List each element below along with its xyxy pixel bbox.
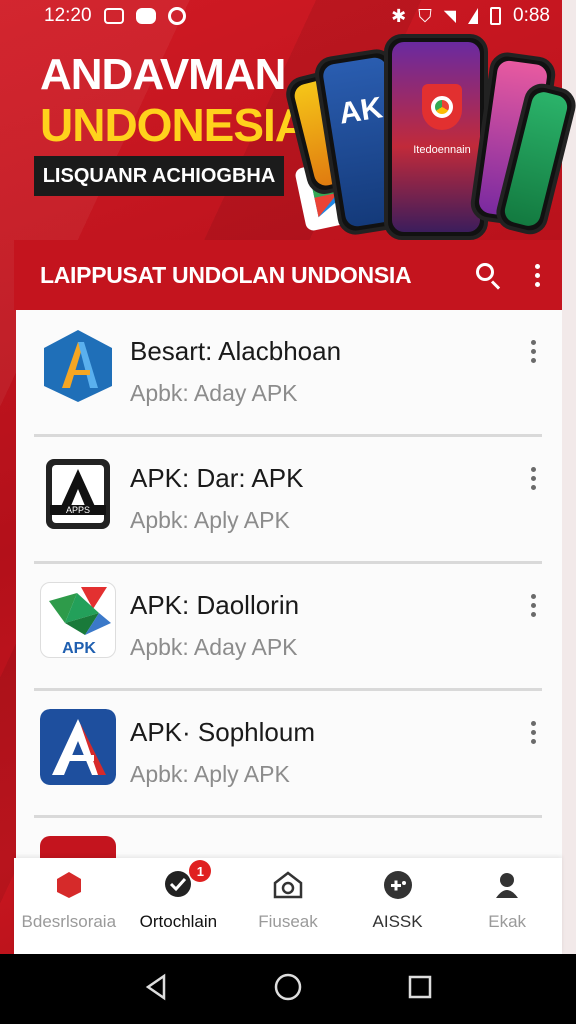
- gamepad-icon: [381, 868, 415, 902]
- nav-tab-4[interactable]: AISSK: [343, 858, 453, 954]
- item-more-icon[interactable]: [531, 594, 536, 617]
- nav-tab-5[interactable]: Ekak: [452, 858, 562, 954]
- signal-icon: [468, 8, 479, 24]
- promo-banner[interactable]: ANDAVMAN UNDONESIA LISQUANR ACHIOGBHA AK…: [14, 32, 576, 240]
- overflow-menu-icon[interactable]: [534, 263, 540, 287]
- page-title: LAIPPUSAT UNDOLAN UNDONSIA: [40, 261, 412, 288]
- nav-label: AISSK: [372, 912, 423, 931]
- app-list: Besart: Alacbhoan Apbk: Aday APK APPS AP…: [16, 310, 562, 858]
- app-name: APK: Daollorin: [130, 590, 300, 620]
- apk-star-icon: APK: [40, 582, 116, 658]
- stylized-a-icon: [40, 328, 116, 404]
- nav-label: Fiuseak: [258, 912, 318, 931]
- search-icon[interactable]: [474, 261, 502, 290]
- notification-icon: [103, 8, 124, 24]
- list-item[interactable]: APK APK: Daollorin Apbk: Aday APK: [16, 564, 562, 691]
- svg-text:APK: APK: [62, 640, 96, 657]
- app-subtitle: Apbk: Aday APK: [130, 634, 298, 660]
- status-time: 12:20: [44, 5, 92, 26]
- app-subtitle: Apbk: Aday APK: [130, 380, 298, 406]
- battery-icon: [490, 7, 502, 25]
- wifi-icon: ◥: [443, 8, 457, 25]
- list-item[interactable]: APK· Sophloum Apbk: Aply APK: [16, 691, 562, 818]
- home-icon[interactable]: [273, 972, 303, 1007]
- app-name: Besart: Alacbhoan: [130, 336, 342, 366]
- system-navigation-bar: [0, 954, 576, 1024]
- battery-level: 0:88: [513, 5, 550, 26]
- message-icon: [135, 8, 156, 24]
- hexagon-icon: [52, 868, 86, 902]
- apps-a-icon: APPS: [40, 455, 116, 531]
- shield-icon: ⛉: [418, 5, 432, 26]
- partial-app-icon: [40, 836, 116, 858]
- banner-title: ANDAVMAN: [40, 50, 286, 99]
- recents-icon[interactable]: [406, 973, 434, 1006]
- app-name: APK: Dar: APK: [130, 463, 304, 493]
- app-name: APK· Sophloum: [130, 717, 315, 747]
- bottom-navigation: Bdesrlsoraia 1 Ortochlain Fiuseak AISSK …: [14, 858, 562, 954]
- banner-subtitle: LISQUANR ACHIOGBHA: [34, 156, 284, 196]
- status-bar: 12:20 ✱ ⛉ ◥ 0:88: [0, 0, 576, 32]
- bluetooth-icon: ✱: [391, 5, 407, 26]
- back-icon[interactable]: [142, 973, 170, 1006]
- nav-label: Ortochlain: [139, 912, 218, 931]
- house-camera-icon: [271, 868, 305, 902]
- item-more-icon[interactable]: [531, 721, 536, 744]
- nav-tab-2[interactable]: 1 Ortochlain: [124, 858, 234, 954]
- phone-screen-text: Itedoennain: [413, 144, 471, 156]
- circle-icon: [167, 7, 186, 25]
- app-subtitle: Apbk: Aply APK: [130, 507, 290, 533]
- list-item[interactable]: Besart: Alacbhoan Apbk: Aday APK: [16, 310, 562, 437]
- blue-a-icon: [40, 709, 116, 785]
- chat-icon: 1: [161, 860, 212, 902]
- app-bar: LAIPPUSAT UNDOLAN UNDONSIA: [14, 240, 562, 310]
- nav-label: Ekak: [488, 912, 527, 931]
- list-item[interactable]: APPS APK: Dar: APK Apbk: Aply APK: [16, 437, 562, 564]
- app-subtitle: Apbk: Aply APK: [130, 761, 290, 787]
- nav-label: Bdesrlsoraia: [21, 912, 117, 931]
- nav-tab-3[interactable]: Fiuseak: [233, 858, 343, 954]
- person-icon: [490, 868, 524, 902]
- svg-text:APPS: APPS: [66, 505, 90, 515]
- nav-tab-1[interactable]: Bdesrlsoraia: [14, 858, 124, 954]
- item-more-icon[interactable]: [531, 467, 536, 490]
- item-more-icon[interactable]: [531, 340, 536, 363]
- notification-badge: 1: [189, 860, 212, 882]
- banner-title-highlight: UNDONESIA: [40, 99, 308, 151]
- shield-chrome-icon: [422, 84, 462, 130]
- list-item[interactable]: [16, 818, 562, 858]
